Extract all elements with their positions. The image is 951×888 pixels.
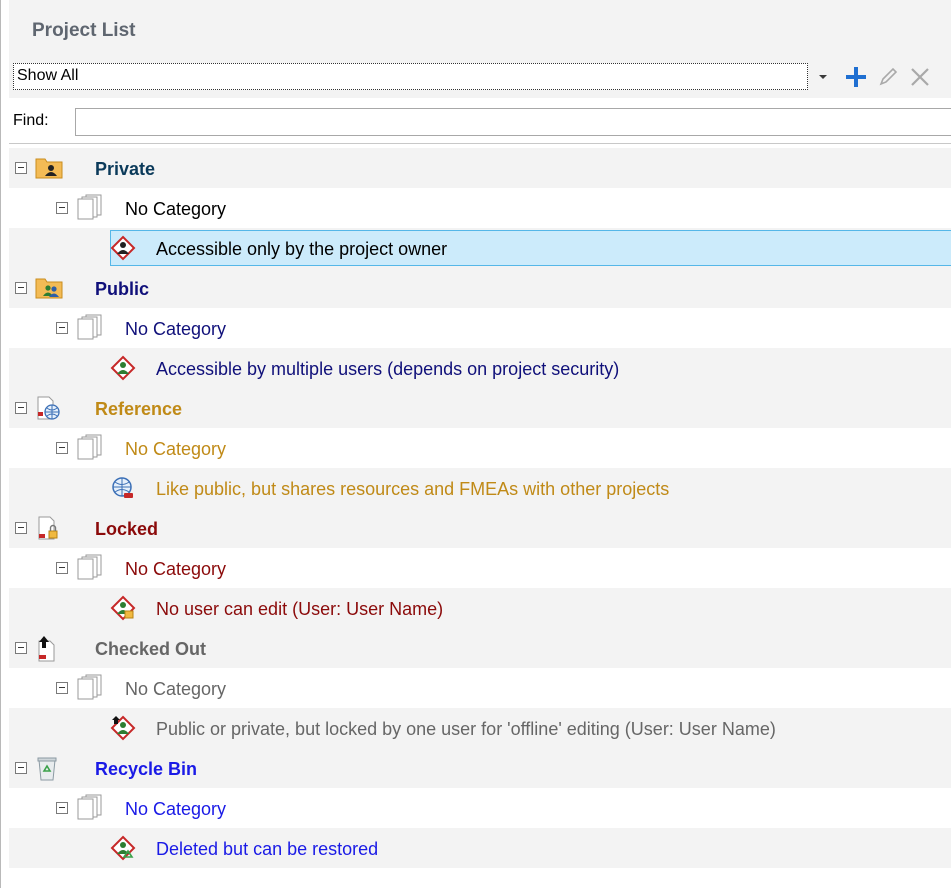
category-stack-icon	[77, 314, 105, 345]
plus-icon[interactable]	[843, 63, 869, 91]
private-project-icon	[110, 235, 136, 266]
collapse-toggle-icon[interactable]	[56, 442, 68, 454]
checked-out-project-icon	[110, 715, 136, 746]
category-label: No Category	[125, 559, 227, 579]
group-label: Recycle Bin	[95, 759, 198, 779]
collapse-toggle-icon[interactable]	[15, 762, 27, 774]
filter-select-value: Show All	[17, 67, 79, 84]
project-description: Accessible only by the project owner	[156, 239, 448, 259]
tree-category[interactable]: No Category	[9, 788, 951, 828]
collapse-toggle-icon[interactable]	[15, 522, 27, 534]
tree-project-item[interactable]: No user can edit (User: User Name)	[9, 588, 951, 628]
tree-group-locked[interactable]: Locked	[9, 508, 951, 548]
toolbar: Show All	[9, 60, 951, 98]
category-stack-icon	[77, 674, 105, 705]
collapse-toggle-icon[interactable]	[15, 402, 27, 414]
tree-group-private[interactable]: Private	[9, 148, 951, 188]
tree-category[interactable]: No Category	[9, 668, 951, 708]
category-label: No Category	[125, 439, 227, 459]
group-label: Public	[95, 279, 150, 299]
collapse-toggle-icon[interactable]	[56, 562, 68, 574]
category-stack-icon	[77, 554, 105, 585]
tree-category[interactable]: No Category	[9, 308, 951, 348]
group-label: Checked Out	[95, 639, 207, 659]
category-stack-icon	[77, 194, 105, 225]
find-input[interactable]	[75, 108, 951, 136]
project-description: No user can edit (User: User Name)	[156, 599, 444, 619]
tree-group-reference[interactable]: Reference	[9, 388, 951, 428]
filter-select[interactable]: Show All	[13, 63, 808, 90]
find-label: Find:	[13, 112, 49, 129]
reference-project-icon	[110, 475, 136, 506]
pencil-icon[interactable]	[875, 63, 901, 91]
deleted-project-icon	[110, 835, 136, 866]
reference-globe-icon	[35, 395, 63, 426]
group-label: Private	[95, 159, 156, 179]
category-label: No Category	[125, 319, 227, 339]
tree-group-checked-out[interactable]: Checked Out	[9, 628, 951, 668]
divider	[9, 143, 951, 144]
tree-project-item[interactable]: Like public, but shares resources and FM…	[9, 468, 951, 508]
group-label: Locked	[95, 519, 159, 539]
category-stack-icon	[77, 434, 105, 465]
collapse-toggle-icon[interactable]	[15, 642, 27, 654]
tree-project-item[interactable]: Public or private, but locked by one use…	[9, 708, 951, 748]
close-icon[interactable]	[907, 63, 933, 91]
tree-category[interactable]: No Category	[9, 548, 951, 588]
collapse-toggle-icon[interactable]	[56, 682, 68, 694]
public-folder-icon	[35, 275, 63, 304]
collapse-toggle-icon[interactable]	[15, 282, 27, 294]
tree-group-public[interactable]: Public	[9, 268, 951, 308]
collapse-toggle-icon[interactable]	[56, 802, 68, 814]
category-label: No Category	[125, 199, 227, 219]
tree-category[interactable]: No Category	[9, 188, 951, 228]
tree-group-recycle-bin[interactable]: Recycle Bin	[9, 748, 951, 788]
project-description: Public or private, but locked by one use…	[156, 719, 776, 739]
find-bar: Find:	[9, 104, 951, 138]
private-folder-icon	[35, 155, 63, 184]
recycle-bin-icon	[35, 755, 59, 786]
category-label: No Category	[125, 679, 227, 699]
locked-project-icon	[110, 595, 136, 626]
category-stack-icon	[77, 794, 105, 825]
tree-category[interactable]: No Category	[9, 428, 951, 468]
project-description: Like public, but shares resources and FM…	[156, 479, 670, 499]
tree-project-item[interactable]: Deleted but can be restored	[9, 828, 951, 868]
category-label: No Category	[125, 799, 227, 819]
locked-document-icon	[35, 515, 63, 546]
checked-out-document-icon	[35, 635, 63, 668]
collapse-toggle-icon[interactable]	[15, 162, 27, 174]
project-list-panel: Project List Show All Find: Private No Ca…	[0, 0, 951, 888]
project-description: Accessible by multiple users (depends on…	[156, 359, 620, 379]
panel-header: Project List	[9, 0, 951, 60]
tree-project-item[interactable]: Accessible only by the project owner	[9, 228, 951, 268]
collapse-toggle-icon[interactable]	[56, 322, 68, 334]
chevron-down-icon[interactable]	[815, 63, 831, 91]
collapse-toggle-icon[interactable]	[56, 202, 68, 214]
panel-title: Project List	[32, 20, 136, 41]
public-project-icon	[110, 355, 136, 386]
tree-project-item[interactable]: Accessible by multiple users (depends on…	[9, 348, 951, 388]
project-description: Deleted but can be restored	[156, 839, 379, 859]
group-label: Reference	[95, 399, 183, 419]
